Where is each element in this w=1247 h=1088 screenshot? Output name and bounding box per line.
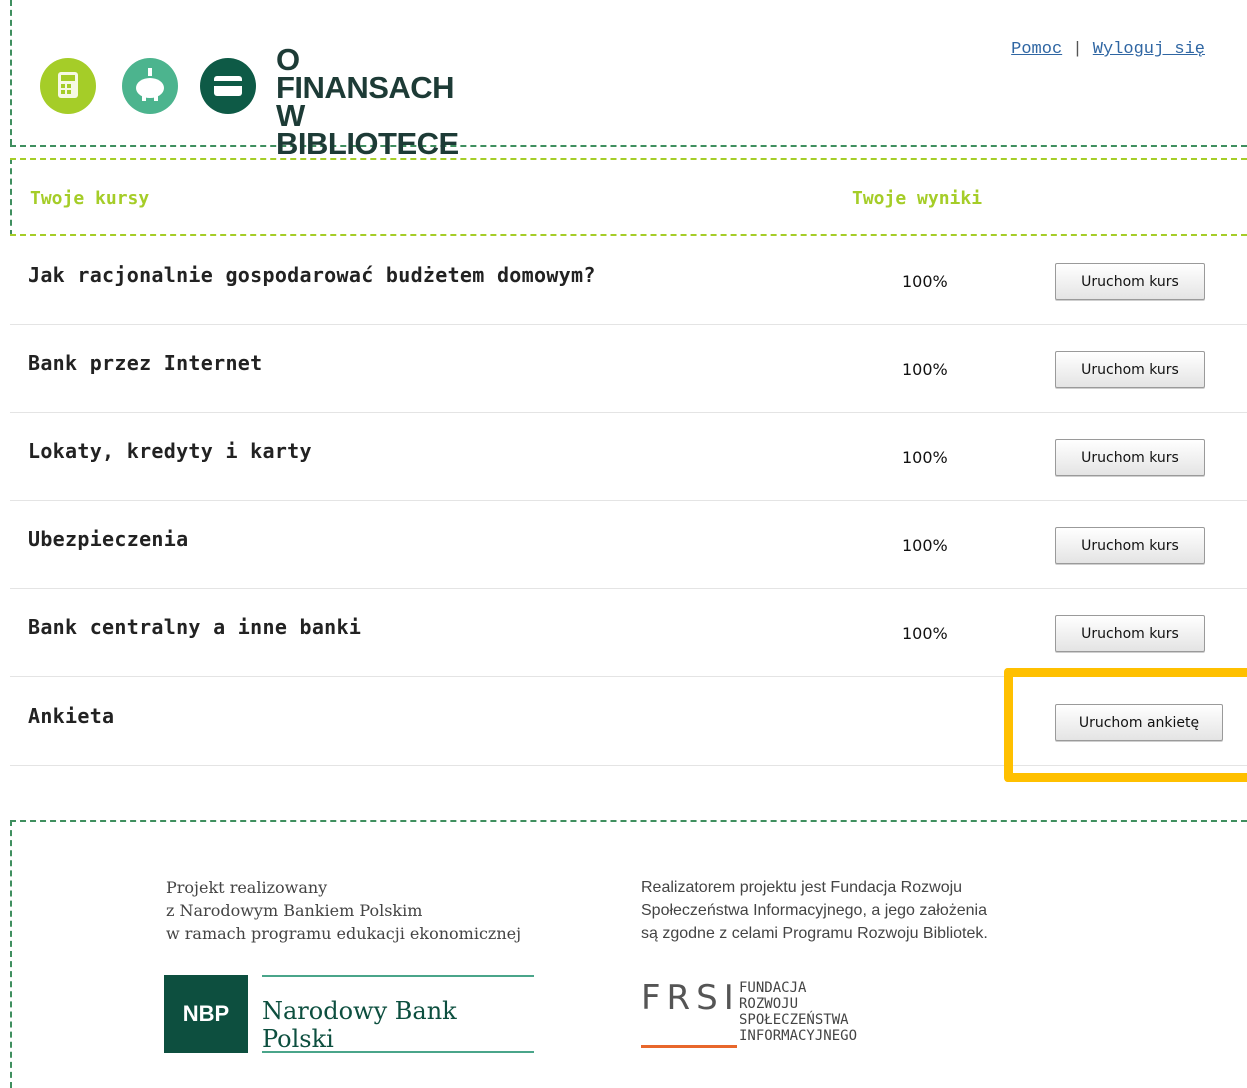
logo-text: O FINANSACH W BIBLIOTECE — [276, 42, 459, 161]
launch-course-button[interactable]: Uruchom kurs — [1055, 263, 1205, 300]
course-title: Jak racjonalnie gospodarować budżetem do… — [28, 263, 596, 287]
highlight-box — [1004, 668, 1247, 782]
link-separator: | — [1072, 40, 1083, 59]
piggy-bank-icon — [122, 58, 178, 114]
nbp-name: Narodowy Bank Polski — [262, 997, 457, 1053]
footer-divider — [10, 820, 1247, 822]
footer-project-text: Projekt realizowany z Narodowym Bankiem … — [166, 878, 522, 943]
launch-course-button[interactable]: Uruchom kurs — [1055, 527, 1205, 564]
nbp-bottom-line — [262, 1051, 534, 1053]
launch-course-button[interactable]: Uruchom kurs — [1055, 351, 1205, 388]
header: O FINANSACH W BIBLIOTECE Pomoc | Wyloguj… — [0, 0, 1247, 159]
course-title: Bank centralny a inne banki — [28, 615, 362, 639]
course-score: 100% — [902, 360, 948, 379]
frsi-short: FRSI — [641, 978, 740, 1018]
frame-left-dashed-line-footer — [10, 820, 12, 1088]
course-score: 100% — [902, 448, 948, 467]
course-score: 100% — [902, 536, 948, 555]
frame-left-dashed-line-table — [10, 158, 12, 236]
course-row: Bank przez Internet 100% Uruchom kurs — [10, 324, 1247, 413]
frsi-full-name: FUNDACJA ROZWOJU SPOŁECZEŃSTWA INFORMACY… — [739, 980, 858, 1044]
help-link[interactable]: Pomoc — [1011, 40, 1062, 59]
course-title: Lokaty, kredyty i karty — [28, 439, 312, 463]
column-header-courses: Twoje kursy — [30, 188, 150, 209]
course-score: 100% — [902, 624, 948, 643]
table-header-top-line — [10, 158, 1247, 160]
nbp-logo-box: NBP — [164, 975, 248, 1053]
course-row: Lokaty, kredyty i karty 100% Uruchom kur… — [10, 412, 1247, 501]
header-divider — [10, 145, 1247, 147]
card-icon — [200, 58, 256, 114]
course-row: Bank centralny a inne banki 100% Uruchom… — [10, 588, 1247, 677]
launch-course-button[interactable]: Uruchom kurs — [1055, 439, 1205, 476]
course-row: Jak racjonalnie gospodarować budżetem do… — [10, 236, 1247, 325]
nbp-logo[interactable]: NBP Narodowy Bank Polski — [164, 975, 536, 1055]
calculator-icon — [40, 58, 96, 114]
logout-link[interactable]: Wyloguj się — [1093, 40, 1205, 59]
frsi-orange-bar — [641, 1045, 737, 1048]
course-title: Ubezpieczenia — [28, 527, 189, 551]
footer-organizer-text: Realizatorem projektu jest Fundacja Rozw… — [641, 879, 988, 942]
survey-title: Ankieta — [28, 704, 115, 728]
course-row: Ubezpieczenia 100% Uruchom kurs — [10, 500, 1247, 589]
frsi-logo[interactable]: FRSI FUNDACJA ROZWOJU SPOŁECZEŃSTWA INFO… — [641, 978, 941, 1058]
course-title: Bank przez Internet — [28, 351, 263, 375]
course-score: 100% — [902, 272, 948, 291]
column-header-results: Twoje wyniki — [852, 188, 983, 209]
top-links: Pomoc | Wyloguj się — [1011, 40, 1205, 59]
launch-course-button[interactable]: Uruchom kurs — [1055, 615, 1205, 652]
nbp-top-line — [262, 975, 534, 977]
